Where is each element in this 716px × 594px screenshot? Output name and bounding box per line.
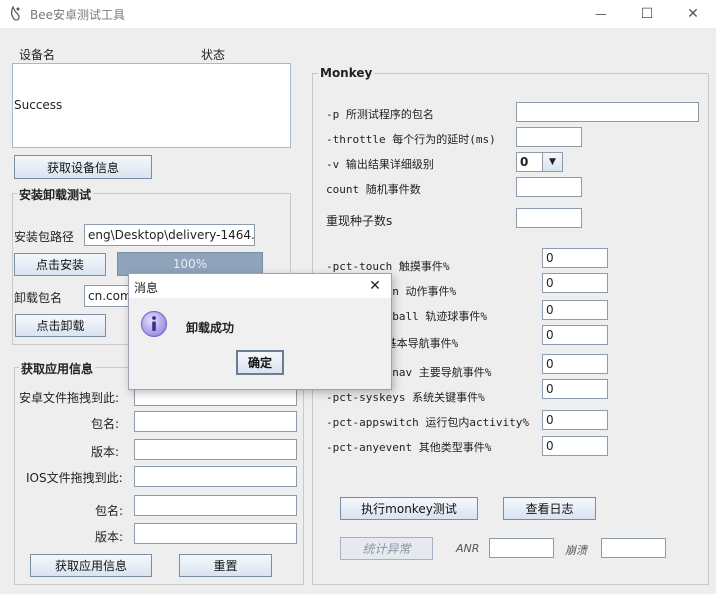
seed-param-label: 重现种子数s (326, 214, 393, 228)
dialog-title: 消息 (134, 281, 159, 295)
verbosity-value: 0 (520, 155, 529, 169)
package-param-label: -p 所测试程序的包名 (326, 108, 434, 121)
device-list[interactable]: Success (12, 63, 291, 148)
count-param-input[interactable] (516, 177, 582, 197)
install-section-title: 安装卸载测试 (17, 186, 94, 203)
apk-path-input[interactable]: eng\Desktop\delivery-1464.apk (84, 224, 255, 246)
view-log-button[interactable]: 查看日志 (503, 497, 596, 520)
throttle-param-label: -throttle 每个行为的延时(ms) (326, 133, 496, 146)
dialog-title-bar (129, 274, 391, 298)
android-version-label: 版本: (91, 445, 120, 459)
uninstall-button[interactable]: 点击卸载 (15, 314, 106, 337)
message-dialog: 消息 ✕ 卸载成功 确定 (128, 273, 392, 390)
ios-version-label: 版本: (95, 530, 124, 544)
dialog-close-button[interactable]: ✕ (361, 276, 389, 296)
maximize-button[interactable]: ☐ (624, 0, 670, 28)
stats-button[interactable]: 统计异常 (340, 537, 433, 560)
pct-syskeys-label: -pct-syskeys 系统关键事件% (326, 391, 485, 404)
count-param-label: count 随机事件数 (326, 183, 421, 196)
get-app-info-button[interactable]: 获取应用信息 (30, 554, 152, 577)
verbosity-param-label: -v 输出结果详细级别 (326, 158, 434, 171)
ios-version-field[interactable] (134, 523, 297, 544)
chevron-down-icon[interactable]: ▼ (542, 153, 562, 171)
dialog-message: 卸载成功 (186, 321, 235, 335)
pct-appswitch-input[interactable]: 0 (542, 410, 608, 430)
pct-touch-input[interactable]: 0 (542, 248, 608, 268)
apk-path-label: 安装包路径 (14, 230, 75, 244)
run-monkey-button[interactable]: 执行monkey测试 (340, 497, 478, 520)
uninstall-package-label: 卸载包名 (14, 291, 63, 305)
android-package-label: 包名: (91, 417, 120, 431)
crash-label: 崩溃 (565, 544, 587, 557)
info-icon (140, 310, 168, 338)
monkey-section-title: Monkey (318, 66, 375, 80)
device-name-header: 设备名 (19, 48, 56, 62)
device-list-item[interactable]: Success (14, 98, 62, 112)
pct-nav-input[interactable]: 0 (542, 325, 608, 345)
app-info-section-title: 获取应用信息 (19, 360, 96, 377)
seed-param-input[interactable] (516, 208, 582, 228)
package-param-input[interactable] (516, 102, 699, 122)
reset-button[interactable]: 重置 (179, 554, 272, 577)
pct-syskeys-input[interactable]: 0 (542, 379, 608, 399)
ios-package-label: 包名: (95, 504, 124, 518)
ios-drop-field[interactable] (134, 466, 297, 487)
ios-drop-label: IOS文件拖拽到此: (26, 471, 123, 485)
crash-field[interactable] (601, 538, 666, 558)
install-button[interactable]: 点击安装 (14, 253, 106, 276)
dialog-ok-button[interactable]: 确定 (236, 350, 284, 375)
anr-label: ANR (456, 542, 480, 555)
android-version-field[interactable] (134, 439, 297, 460)
close-button[interactable]: ✕ (670, 0, 716, 28)
pct-anyevent-label: -pct-anyevent 其他类型事件% (326, 441, 492, 454)
pct-trackball-input[interactable]: 0 (542, 300, 608, 320)
window-title: Bee安卓测试工具 (30, 8, 125, 22)
throttle-param-input[interactable] (516, 127, 582, 147)
minimize-button[interactable]: — (578, 0, 624, 28)
pct-appswitch-label: -pct-appswitch 运行包内activity% (326, 416, 529, 429)
bee-app-icon (11, 5, 20, 21)
android-drop-label: 安卓文件拖拽到此: (19, 391, 120, 405)
device-status-header: 状态 (201, 48, 226, 62)
verbosity-select[interactable]: 0 ▼ (516, 152, 563, 172)
pct-anyevent-input[interactable]: 0 (542, 436, 608, 456)
ios-package-field[interactable] (134, 495, 297, 516)
anr-field[interactable] (489, 538, 554, 558)
pct-motion-input[interactable]: 0 (542, 273, 608, 293)
pct-touch-label: -pct-touch 触摸事件% (326, 260, 450, 273)
android-package-field[interactable] (134, 411, 297, 432)
pct-majornav-input[interactable]: 0 (542, 354, 608, 374)
get-device-info-button[interactable]: 获取设备信息 (14, 155, 152, 179)
